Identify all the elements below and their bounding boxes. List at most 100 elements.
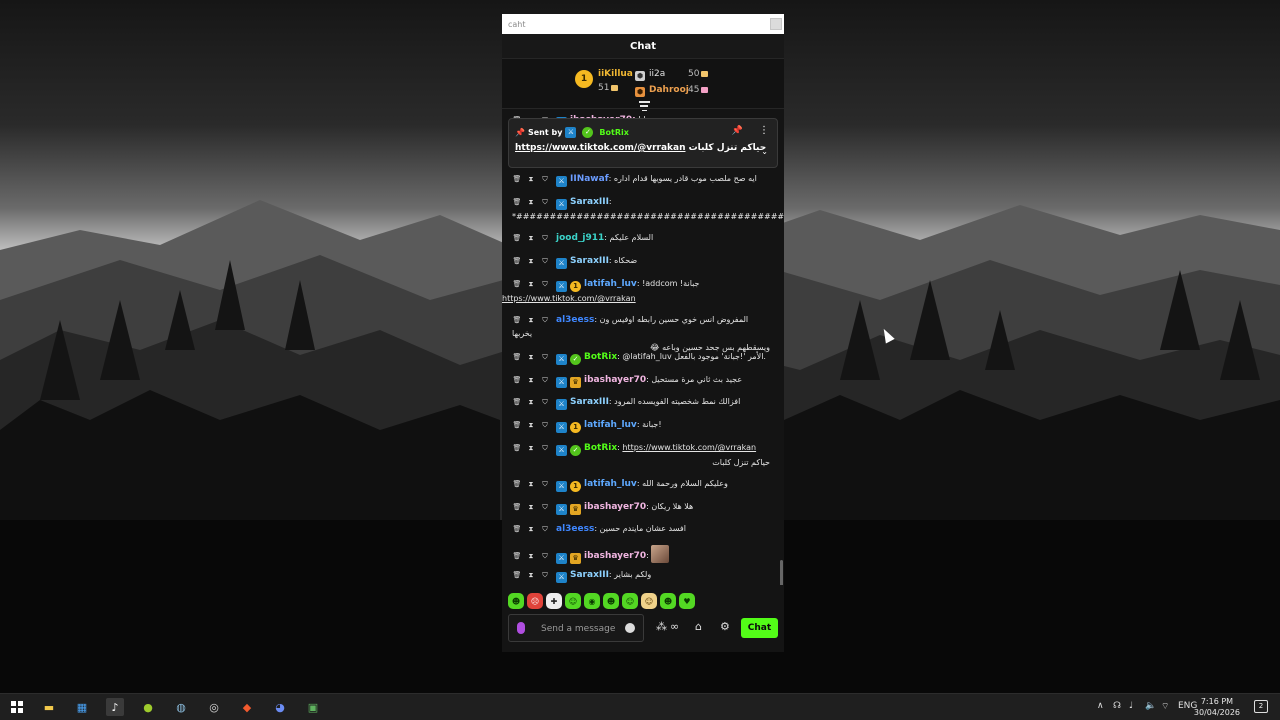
headset-icon[interactable]: ☊ [1113, 701, 1121, 711]
chat-username[interactable]: al3eess [556, 524, 594, 534]
ban-icon[interactable]: ⛉ [540, 313, 550, 327]
chat-username[interactable]: BotRix [584, 443, 617, 453]
emote-icon[interactable]: ◉ [584, 593, 600, 609]
delete-icon[interactable]: 🗑 [512, 313, 522, 327]
timeout-icon[interactable]: ⧗ [526, 395, 536, 409]
infinity-icon[interactable]: ∞ [670, 620, 679, 633]
ban-icon[interactable]: ⛉ [540, 172, 550, 186]
timeout-icon[interactable]: ⧗ [526, 172, 536, 186]
chat-username[interactable]: IINawaf [570, 174, 609, 184]
delete-icon[interactable]: 🗑 [512, 418, 522, 432]
file-explorer-icon[interactable]: ▬ [40, 698, 58, 716]
app-ball-icon[interactable]: ● [139, 698, 157, 716]
chat-username[interactable]: ibashayer70 [584, 375, 646, 385]
ban-icon[interactable]: ⛉ [540, 231, 550, 245]
emoji-icon[interactable] [625, 623, 635, 633]
tiktok-icon[interactable]: ♪ [106, 698, 124, 716]
tray-expand-icon[interactable]: ∧ [1097, 701, 1104, 711]
chat-username[interactable]: SaraxIII [570, 256, 609, 266]
chat-username[interactable]: ibashayer70 [584, 551, 646, 561]
volume-icon[interactable]: 🔈 [1145, 701, 1156, 711]
leaderboard-toggle-icon[interactable] [638, 101, 650, 111]
address-input[interactable] [508, 19, 748, 29]
timeout-icon[interactable]: ⧗ [526, 522, 536, 536]
delete-icon[interactable]: 🗑 [512, 568, 522, 582]
more-options-icon[interactable]: ⋮ [759, 125, 769, 136]
timeout-icon[interactable]: ⧗ [526, 549, 536, 563]
ban-icon[interactable]: ⛉ [540, 277, 550, 291]
delete-icon[interactable]: 🗑 [512, 500, 522, 514]
delete-icon[interactable]: 🗑 [512, 395, 522, 409]
address-bar-button[interactable] [770, 18, 782, 30]
delete-icon[interactable]: 🗑 [512, 373, 522, 387]
brave-browser-icon[interactable]: ◆ [238, 698, 256, 716]
timeout-icon[interactable]: ⧗ [526, 568, 536, 582]
timeout-icon[interactable]: ⧗ [526, 418, 536, 432]
emote-icon[interactable]: ☹ [527, 593, 543, 609]
emote-icon[interactable]: ☺ [641, 593, 657, 609]
chat-username[interactable]: SaraxIII [570, 197, 609, 207]
chevron-down-icon[interactable]: ⌄ [761, 147, 768, 156]
delete-icon[interactable]: 🗑 [512, 441, 522, 455]
ban-icon[interactable]: ⛉ [540, 441, 550, 455]
delete-icon[interactable]: 🗑 [512, 231, 522, 245]
timeout-icon[interactable]: ⧗ [526, 277, 536, 291]
chat-username[interactable]: SaraxIII [570, 397, 609, 407]
leaderboard-first-name[interactable]: iiKillua [598, 69, 633, 79]
store-app-icon[interactable]: ▦ [73, 698, 91, 716]
ban-icon[interactable]: ⛉ [540, 418, 550, 432]
emote-icon[interactable]: ☺ [622, 593, 638, 609]
chat-username[interactable]: SaraxIII [570, 570, 609, 580]
chat-username[interactable]: latifah_luv [584, 279, 637, 289]
chat-username[interactable]: latifah_luv [584, 479, 637, 489]
delete-icon[interactable]: 🗑 [512, 522, 522, 536]
ban-icon[interactable]: ⛉ [540, 373, 550, 387]
microphone-icon[interactable] [517, 622, 525, 634]
ban-icon[interactable]: ⛉ [540, 395, 550, 409]
system-clock[interactable]: 7:16 PM 30/04/2026 [1194, 696, 1240, 718]
ban-icon[interactable]: ⛉ [540, 477, 550, 491]
ban-icon[interactable]: ⛉ [540, 350, 550, 364]
pinned-sender[interactable]: BotRix [599, 128, 628, 137]
steam-icon[interactable]: ◍ [172, 698, 190, 716]
network-icon[interactable]: ⌔ [1161, 701, 1169, 712]
ban-icon[interactable]: ⛉ [540, 254, 550, 268]
ban-icon[interactable]: ⛉ [540, 500, 550, 514]
message-input[interactable] [541, 621, 621, 637]
timeout-icon[interactable]: ⧗ [526, 373, 536, 387]
ban-icon[interactable]: ⛉ [540, 549, 550, 563]
windows-start-icon[interactable] [8, 698, 26, 716]
timeout-icon[interactable]: ⧗ [526, 500, 536, 514]
emote-icon[interactable]: ✚ [546, 593, 562, 609]
delete-icon[interactable]: 🗑 [512, 350, 522, 364]
people-icon[interactable]: ⁂ [656, 620, 667, 633]
discord-icon[interactable]: ◕ [271, 698, 289, 716]
chat-text-continued[interactable]: https://www.tiktok.com/@vrrakan [502, 292, 770, 306]
ban-icon[interactable]: ⛉ [540, 195, 550, 209]
timeout-icon[interactable]: ⧗ [526, 195, 536, 209]
chat-scrollbar[interactable] [780, 560, 783, 585]
timeout-icon[interactable]: ⧗ [526, 254, 536, 268]
timeout-icon[interactable]: ⧗ [526, 441, 536, 455]
leaderboard-second-name[interactable]: ii2a [649, 69, 665, 79]
timeout-icon[interactable]: ⧗ [526, 477, 536, 491]
send-chat-button[interactable]: Chat [741, 618, 778, 638]
chat-username[interactable]: ibashayer70 [584, 502, 646, 512]
chat-username[interactable]: latifah_luv [584, 420, 637, 430]
emote-icon[interactable]: ♥ [679, 593, 695, 609]
delete-icon[interactable]: 🗑 [512, 277, 522, 291]
pinned-link[interactable]: https://www.tiktok.com/@vrrakan [515, 143, 686, 153]
emote-icon[interactable]: ☻ [603, 593, 619, 609]
obs-icon[interactable]: ◎ [205, 698, 223, 716]
ban-icon[interactable]: ⛉ [540, 568, 550, 582]
emote-icon[interactable]: ☻ [660, 593, 676, 609]
emote-icon[interactable]: ☺ [565, 593, 581, 609]
delete-icon[interactable]: 🗑 [512, 195, 522, 209]
chat-username[interactable]: al3eess [556, 315, 594, 325]
excel-icon[interactable]: ▣ [304, 698, 322, 716]
delete-icon[interactable]: 🗑 [512, 549, 522, 563]
emote-icon[interactable]: ☻ [508, 593, 524, 609]
delete-icon[interactable]: 🗑 [512, 254, 522, 268]
microphone-tray-icon[interactable]: ♩ [1129, 701, 1133, 711]
notifications-icon[interactable]: 2 [1254, 700, 1268, 713]
